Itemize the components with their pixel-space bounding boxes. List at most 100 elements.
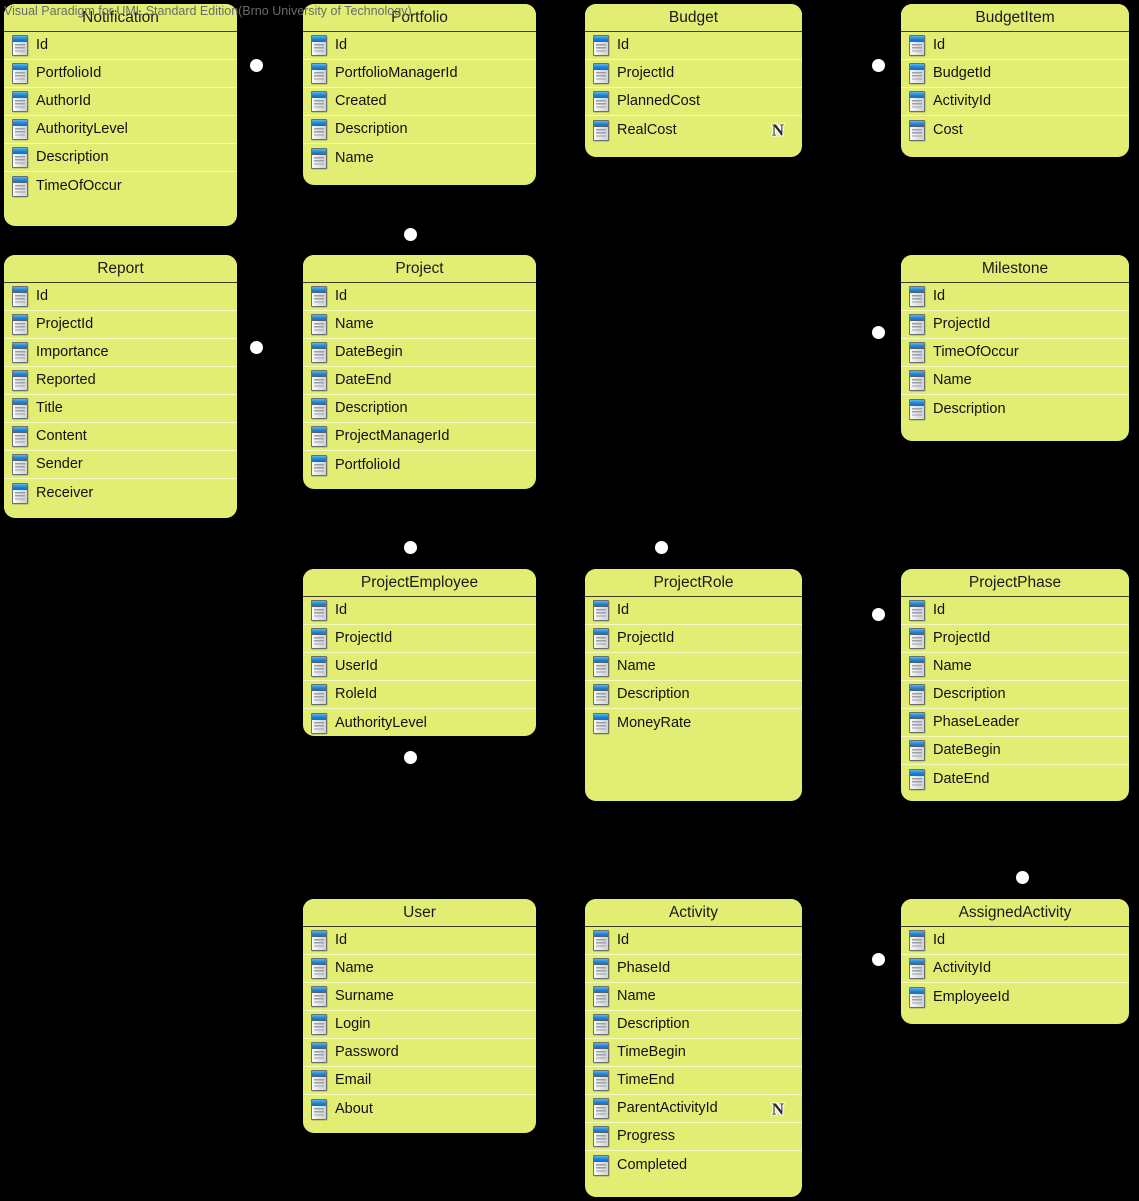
attribute-row[interactable]: TimeOfOccur [4, 172, 237, 200]
attribute-row[interactable]: Name [901, 367, 1129, 395]
attribute-row[interactable]: TimeBegin [585, 1039, 802, 1067]
connector-dot-report-project[interactable] [250, 341, 263, 354]
attribute-row[interactable]: Id [585, 597, 802, 625]
attribute-row[interactable]: Id [901, 597, 1129, 625]
connector-dot-portfolio-project[interactable] [404, 228, 417, 241]
connector-dot-project-projectrole[interactable] [655, 541, 668, 554]
attribute-row[interactable]: DateEnd [901, 765, 1129, 793]
attribute-row[interactable]: AuthorityLevel [4, 116, 237, 144]
attribute-row[interactable]: Id [585, 32, 802, 60]
attribute-row[interactable]: Reported [4, 367, 237, 395]
attribute-row[interactable]: ProjectId [901, 311, 1129, 339]
attribute-row[interactable]: About [303, 1095, 536, 1123]
attribute-row[interactable]: ProjectId [901, 625, 1129, 653]
attribute-row[interactable]: Id [303, 32, 536, 60]
attribute-row[interactable]: Description [585, 1011, 802, 1039]
attribute-row[interactable]: RealCost N [585, 116, 802, 144]
connector-dot-activity-assignedactivity[interactable] [1016, 871, 1029, 884]
uml-class-report[interactable]: Report Id ProjectId Importance Reported Title… [4, 255, 237, 518]
attribute-row[interactable]: Id [901, 32, 1129, 60]
uml-class-projectemployee[interactable]: ProjectEmployee Id ProjectId UserId RoleId Au… [303, 569, 536, 736]
attribute-row[interactable]: Id [303, 927, 536, 955]
attribute-row[interactable]: DateBegin [303, 339, 536, 367]
attribute-row[interactable]: Name [901, 653, 1129, 681]
attribute-row[interactable]: Description [303, 116, 536, 144]
attribute-row[interactable]: Name [303, 311, 536, 339]
attribute-row[interactable]: EmployeeId [901, 983, 1129, 1011]
attribute-row[interactable]: PlannedCost [585, 88, 802, 116]
attribute-row[interactable]: Id [585, 927, 802, 955]
attribute-row[interactable]: Cost [901, 116, 1129, 144]
connector-dot-project-projectphase[interactable] [872, 608, 885, 621]
uml-class-projectrole[interactable]: ProjectRole Id ProjectId Name Description Mon… [585, 569, 802, 801]
attribute-row[interactable]: PortfolioManagerId [303, 60, 536, 88]
attribute-row[interactable]: TimeEnd [585, 1067, 802, 1095]
attribute-row[interactable]: Id [901, 927, 1129, 955]
uml-class-budgetitem[interactable]: BudgetItem Id BudgetId ActivityId Cost [901, 4, 1129, 157]
attribute-row[interactable]: PhaseLeader [901, 709, 1129, 737]
attribute-row[interactable]: DateEnd [303, 367, 536, 395]
attribute-row[interactable]: TimeOfOccur [901, 339, 1129, 367]
attribute-row[interactable]: ParentActivityId N [585, 1095, 802, 1123]
attribute-row[interactable]: PortfolioId [4, 60, 237, 88]
attribute-row[interactable]: Description [303, 395, 536, 423]
connector-dot-projectemployee-user[interactable] [404, 751, 417, 764]
connector-dot-project-projectemployee[interactable] [404, 541, 417, 554]
attribute-label: Cost [933, 121, 963, 138]
attribute-row[interactable]: MoneyRate [585, 709, 802, 737]
attribute-row[interactable]: ProjectManagerId [303, 423, 536, 451]
connector-dot-project-milestone[interactable] [872, 326, 885, 339]
attribute-row[interactable]: AuthorityLevel [303, 709, 536, 736]
attribute-row[interactable]: Name [303, 144, 536, 172]
uml-class-budget[interactable]: Budget Id ProjectId PlannedCost RealCost N [585, 4, 802, 157]
connector-dot-notification-portfolio[interactable] [250, 59, 263, 72]
uml-class-milestone[interactable]: Milestone Id ProjectId TimeOfOccur Name Descr… [901, 255, 1129, 441]
uml-class-projectphase[interactable]: ProjectPhase Id ProjectId Name Description Ph… [901, 569, 1129, 801]
attribute-row[interactable]: Sender [4, 451, 237, 479]
attribute-row[interactable]: DateBegin [901, 737, 1129, 765]
attribute-row[interactable]: Description [901, 681, 1129, 709]
attribute-row[interactable]: Id [303, 597, 536, 625]
connector-dot-assignedactivity-employee[interactable] [872, 953, 885, 966]
attribute-row[interactable]: Title [4, 395, 237, 423]
attribute-row[interactable]: Password [303, 1039, 536, 1067]
attribute-row[interactable]: Surname [303, 983, 536, 1011]
attribute-row[interactable]: ProjectId [4, 311, 237, 339]
attribute-row[interactable]: Id [4, 32, 237, 60]
attribute-row[interactable]: Name [585, 983, 802, 1011]
attribute-row[interactable]: ProjectId [585, 60, 802, 88]
attribute-row[interactable]: Content [4, 423, 237, 451]
uml-class-user[interactable]: User Id Name Surname Login Password Email About [303, 899, 536, 1133]
attribute-row[interactable]: Id [4, 283, 237, 311]
attribute-row[interactable]: RoleId [303, 681, 536, 709]
attribute-row[interactable]: AuthorId [4, 88, 237, 116]
attribute-row[interactable]: PortfolioId [303, 451, 536, 479]
attribute-row[interactable]: Name [303, 955, 536, 983]
uml-class-notification[interactable]: Notification Id PortfolioId AuthorId Authori… [4, 4, 237, 226]
attribute-row[interactable]: Description [4, 144, 237, 172]
attribute-row[interactable]: Id [901, 283, 1129, 311]
attribute-row[interactable]: BudgetId [901, 60, 1129, 88]
uml-class-project[interactable]: Project Id Name DateBegin DateEnd Description… [303, 255, 536, 489]
uml-class-assignedactivity[interactable]: AssignedActivity Id ActivityId EmployeeId [901, 899, 1129, 1024]
attribute-row[interactable]: UserId [303, 653, 536, 681]
attribute-row[interactable]: Id [303, 283, 536, 311]
attribute-row[interactable]: PhaseId [585, 955, 802, 983]
attribute-row[interactable]: ProjectId [585, 625, 802, 653]
uml-class-portfolio[interactable]: Portfolio Id PortfolioManagerId Created Desc… [303, 4, 536, 185]
connector-dot-budget-budgetitem[interactable] [872, 59, 885, 72]
attribute-row[interactable]: Login [303, 1011, 536, 1039]
attribute-row[interactable]: Receiver [4, 479, 237, 507]
attribute-row[interactable]: Progress [585, 1123, 802, 1151]
attribute-row[interactable]: ProjectId [303, 625, 536, 653]
attribute-row[interactable]: Importance [4, 339, 237, 367]
attribute-row[interactable]: Created [303, 88, 536, 116]
attribute-row[interactable]: Description [585, 681, 802, 709]
attribute-row[interactable]: Completed [585, 1151, 802, 1179]
attribute-row[interactable]: ActivityId [901, 88, 1129, 116]
uml-class-activity[interactable]: Activity Id PhaseId Name Description TimeBegi… [585, 899, 802, 1197]
attribute-row[interactable]: Description [901, 395, 1129, 423]
attribute-row[interactable]: Email [303, 1067, 536, 1095]
attribute-row[interactable]: Name [585, 653, 802, 681]
attribute-row[interactable]: ActivityId [901, 955, 1129, 983]
